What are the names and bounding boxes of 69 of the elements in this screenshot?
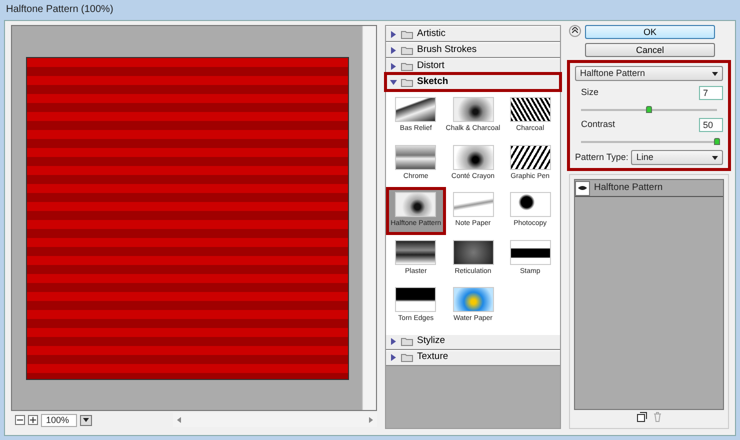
minus-icon — [17, 417, 23, 423]
filter-preview-image — [510, 144, 551, 170]
category-label: Artistic — [417, 26, 446, 41]
zoom-dropdown-button[interactable] — [80, 414, 92, 426]
value-field[interactable]: 7 — [699, 86, 723, 100]
disclosure-triangle-icon — [390, 338, 397, 345]
category-label: Texture — [417, 350, 448, 364]
layer-label: Halftone Pattern — [594, 180, 663, 195]
filter-preview-image — [510, 97, 551, 122]
folder-icon — [401, 30, 413, 38]
category-label: Brush Strokes — [417, 42, 477, 57]
category-label: Sketch — [417, 74, 448, 89]
zoom-out-button[interactable] — [15, 415, 25, 425]
slider-thumb[interactable] — [646, 106, 652, 113]
vertical-scrollbar[interactable] — [362, 26, 376, 410]
folder-icon — [401, 46, 413, 54]
filter-preview-image — [395, 240, 436, 264]
filter-preview-image — [452, 240, 494, 264]
folder-icon — [401, 78, 413, 86]
setting-label: Size — [581, 86, 599, 100]
scroll-right-icon[interactable] — [369, 417, 373, 423]
disclosure-triangle-icon — [390, 78, 397, 86]
pattern-type-dropdown[interactable]: Line — [631, 150, 723, 165]
eye-icon — [578, 185, 587, 191]
visibility-toggle[interactable] — [575, 180, 590, 196]
caret-icon — [83, 418, 89, 422]
setting-label: Contrast — [581, 118, 616, 132]
trash-icon[interactable] — [652, 412, 662, 422]
slider-thumb[interactable] — [714, 138, 720, 145]
dialog-button[interactable]: OK — [585, 25, 715, 39]
category-label: Distort — [417, 58, 444, 73]
plus-icon — [30, 417, 36, 423]
folder-icon — [401, 353, 413, 362]
filter-category[interactable]: Sketch — [386, 74, 560, 90]
filter-category[interactable]: Artistic — [386, 26, 560, 42]
collapse-button[interactable] — [569, 25, 581, 37]
effect-layer-row[interactable]: Halftone Pattern — [575, 180, 723, 197]
setting-label: Pattern Type: — [575, 150, 628, 164]
filter-preview-image — [510, 192, 551, 217]
disclosure-triangle-icon — [390, 62, 397, 70]
filter-preview-image — [510, 240, 551, 264]
window-title: Halftone Pattern (100%) — [5, 3, 114, 17]
filter-category[interactable]: Stylize — [386, 334, 560, 350]
filter-preview-image — [395, 287, 436, 312]
filter-category[interactable]: Texture — [386, 350, 560, 366]
filter-preview-image — [452, 192, 494, 217]
folder-icon — [401, 337, 413, 346]
new-layer-icon[interactable] — [636, 412, 646, 422]
caret-icon — [712, 156, 718, 160]
category-label: Stylize — [417, 334, 445, 348]
filter-dropdown[interactable]: Halftone Pattern — [575, 66, 723, 81]
zoom-field[interactable]: 100% — [41, 414, 77, 426]
filter-preview-image — [395, 192, 436, 217]
folder-icon — [401, 62, 413, 70]
caret-icon — [712, 72, 718, 76]
filter-preview-image — [452, 287, 494, 312]
disclosure-triangle-icon — [390, 46, 397, 54]
value-field[interactable]: 50 — [699, 118, 723, 132]
filter-preview-image — [395, 144, 436, 170]
filter-category[interactable]: Brush Strokes — [386, 42, 560, 58]
zoom-in-button[interactable] — [28, 415, 38, 425]
double-chevron-icon — [572, 27, 578, 34]
filter-preview-image — [452, 144, 494, 170]
scroll-left-icon[interactable] — [177, 417, 181, 423]
disclosure-triangle-icon — [390, 354, 397, 361]
disclosure-triangle-icon — [390, 30, 397, 38]
filter-preview-image — [395, 97, 436, 122]
filter-preview-image — [452, 97, 494, 122]
dialog-button[interactable]: Cancel — [585, 43, 715, 57]
